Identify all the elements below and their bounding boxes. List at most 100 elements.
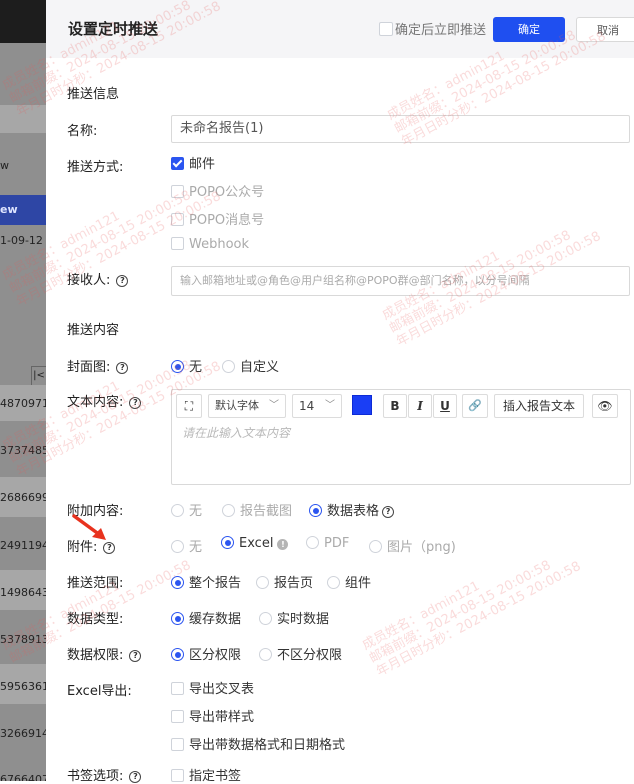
cover-label-text: 封面图: <box>67 360 111 375</box>
method-option-email[interactable]: 邮件 <box>171 153 215 172</box>
permission-option-distinguish[interactable]: 区分权限 <box>171 644 241 663</box>
link-icon[interactable]: 🔗 <box>462 394 488 418</box>
radio-icon[interactable] <box>222 360 235 373</box>
font-size-select[interactable]: 14 ﹀ <box>292 394 342 418</box>
radio-icon[interactable] <box>256 576 269 589</box>
bold-icon[interactable]: B <box>383 394 407 418</box>
excel-option-crosstab[interactable]: 导出交叉表 <box>171 678 254 697</box>
push-range-label: 推送范围: <box>67 576 124 591</box>
chevron-down-icon: ﹀ <box>269 400 279 411</box>
radio-icon[interactable] <box>259 648 272 661</box>
background-topbar <box>0 0 46 43</box>
permission-option-no-distinguish[interactable]: 不区分权限 <box>259 644 342 663</box>
method-option-popo-message[interactable]: POPO消息号 <box>171 209 264 228</box>
datatype-option-realtime[interactable]: 实时数据 <box>259 608 329 627</box>
background-page: w ew 1-09-12 |< 4870971 3737485 2686699 … <box>0 0 46 781</box>
checkbox-icon[interactable] <box>171 237 184 250</box>
help-icon[interactable]: ? <box>129 771 142 783</box>
help-icon[interactable]: ? <box>116 275 129 287</box>
cover-option-none[interactable]: 无 <box>171 356 202 375</box>
background-cell: 3266914 <box>0 727 46 740</box>
background-cell: 4870971 <box>0 397 46 410</box>
font-family-select[interactable]: 默认字体 ﹀ <box>208 394 286 418</box>
radio-icon[interactable] <box>259 612 272 625</box>
method-option-webhook[interactable]: Webhook <box>171 237 249 252</box>
bookmark-option-specify[interactable]: 指定书签 <box>171 765 241 784</box>
font-size-value: 14 <box>299 399 315 413</box>
help-icon[interactable]: ? <box>382 506 395 518</box>
cover-option-custom[interactable]: 自定义 <box>222 356 279 375</box>
option-label: 数据表格 <box>327 504 380 519</box>
option-label: 缓存数据 <box>189 612 242 627</box>
attachment-option-excel[interactable]: Excel! <box>221 536 289 551</box>
attachment-option-pdf[interactable]: PDF <box>306 536 349 551</box>
rich-text-editor[interactable]: ⛶ 默认字体 ﹀ 14 ﹀ B I U 🔗 插入报告文本 👁 请在此输入文本内容 <box>171 389 631 485</box>
additional-option-table[interactable]: 数据表格? <box>309 500 395 519</box>
method-option-popo-public[interactable]: POPO公众号 <box>171 181 264 200</box>
attachment-option-png[interactable]: 图片（png) <box>369 536 456 555</box>
confirm-button[interactable]: 确定 <box>493 17 565 42</box>
radio-icon[interactable] <box>306 536 319 549</box>
italic-icon[interactable]: I <box>408 394 432 418</box>
radio-selected-icon[interactable] <box>171 612 184 625</box>
radio-icon[interactable] <box>222 504 235 517</box>
checkbox-icon[interactable] <box>171 769 184 782</box>
name-label: 名称: <box>67 124 98 139</box>
checkbox-icon[interactable] <box>171 213 184 226</box>
background-band <box>0 105 46 133</box>
radio-selected-icon[interactable] <box>171 360 184 373</box>
datatype-option-cache[interactable]: 缓存数据 <box>171 608 241 627</box>
receiver-label-text: 接收人: <box>67 273 111 288</box>
checkbox-checked-icon[interactable] <box>171 157 184 170</box>
range-option-component[interactable]: 组件 <box>327 572 371 591</box>
additional-option-none[interactable]: 无 <box>171 500 202 519</box>
collapse-toggle[interactable]: |< <box>31 366 46 386</box>
section-push-content: 推送内容 <box>67 323 120 338</box>
editor-placeholder: 请在此输入文本内容 <box>182 426 291 440</box>
send-after-confirm-label[interactable]: 确定后立即推送 <box>395 19 486 38</box>
preview-icon[interactable]: 👁 <box>592 394 618 418</box>
radio-icon[interactable] <box>327 576 340 589</box>
radio-selected-icon[interactable] <box>221 536 234 549</box>
help-icon[interactable]: ? <box>129 397 142 409</box>
option-label: 整个报告 <box>189 576 242 591</box>
help-icon[interactable]: ? <box>129 650 142 662</box>
attachment-option-none[interactable]: 无 <box>171 536 202 555</box>
option-label: 实时数据 <box>277 612 330 627</box>
excel-option-style[interactable]: 导出带样式 <box>171 706 254 725</box>
option-label: PDF <box>324 536 350 551</box>
receiver-input[interactable]: 输入邮箱地址或@角色@用户组名称@POPO群@部门名称，以分号间隔 <box>171 266 630 296</box>
background-cell: 3737485 <box>0 444 46 457</box>
radio-icon[interactable] <box>171 504 184 517</box>
text-color-swatch[interactable] <box>352 395 372 415</box>
send-after-confirm-checkbox[interactable] <box>379 22 393 36</box>
radio-selected-icon[interactable] <box>171 648 184 661</box>
excel-export-label: Excel导出: <box>67 684 132 699</box>
radio-selected-icon[interactable] <box>309 504 322 517</box>
checkbox-icon[interactable] <box>171 710 184 723</box>
underline-icon[interactable]: U <box>433 394 457 418</box>
background-cell: 1498643 <box>0 586 46 599</box>
name-input[interactable]: 未命名报告(1) <box>171 115 630 143</box>
checkbox-icon[interactable] <box>171 738 184 751</box>
radio-selected-icon[interactable] <box>171 576 184 589</box>
range-option-report[interactable]: 整个报告 <box>171 572 241 591</box>
insert-report-text-button[interactable]: 插入报告文本 <box>494 394 584 418</box>
checkbox-icon[interactable] <box>171 185 184 198</box>
background-cell: ew <box>0 203 18 216</box>
range-option-page[interactable]: 报告页 <box>256 572 313 591</box>
background-cell: 2686699 <box>0 491 46 504</box>
section-push-info: 推送信息 <box>67 87 120 102</box>
additional-option-screenshot[interactable]: 报告截图 <box>222 500 292 519</box>
checkbox-icon[interactable] <box>171 682 184 695</box>
info-icon[interactable]: ! <box>277 539 289 550</box>
option-label: 区分权限 <box>189 648 242 663</box>
cancel-button[interactable]: 取消 <box>576 17 634 42</box>
help-icon[interactable]: ? <box>103 542 116 554</box>
expand-icon[interactable]: ⛶ <box>176 394 202 418</box>
radio-icon[interactable] <box>369 540 382 553</box>
radio-icon[interactable] <box>171 540 184 553</box>
help-icon[interactable]: ? <box>116 362 129 374</box>
excel-option-format[interactable]: 导出带数据格式和日期格式 <box>171 734 345 753</box>
option-label: 图片（png) <box>387 540 456 555</box>
